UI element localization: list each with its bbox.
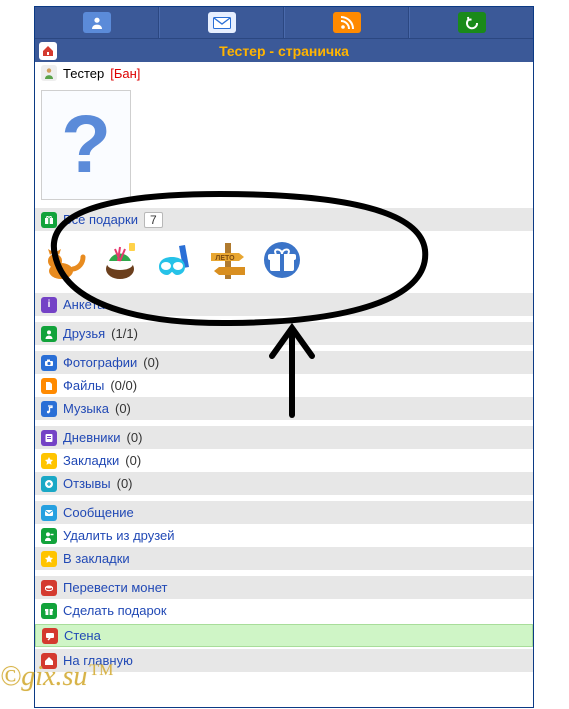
wall-link[interactable]: Стена — [64, 628, 101, 643]
nav-messages[interactable] — [159, 7, 284, 38]
avatar-placeholder: ? — [61, 104, 111, 186]
user-icon — [83, 12, 111, 33]
files-row: Файлы (0/0) — [35, 374, 533, 397]
reviews-link[interactable]: Отзывы — [63, 476, 111, 491]
home-icon — [42, 45, 54, 57]
friends-count: (1/1) — [111, 326, 138, 341]
gift-icon — [41, 212, 57, 228]
mail-icon — [208, 12, 236, 33]
gifts-header-row: Все подарки 7 — [35, 208, 533, 231]
gift-box-round[interactable] — [259, 237, 305, 283]
make-gift-icon — [41, 603, 57, 619]
reload-icon — [458, 12, 486, 33]
camera-icon — [41, 355, 57, 371]
add-star-icon — [41, 551, 57, 567]
remove-friend-icon — [41, 528, 57, 544]
files-icon — [41, 378, 57, 394]
wall-icon — [42, 628, 58, 644]
nav-reload[interactable] — [409, 7, 533, 38]
to-bookmarks-row: В закладки — [35, 547, 533, 570]
diaries-row: Дневники (0) — [35, 426, 533, 449]
bookmarks-row: Закладки (0) — [35, 449, 533, 472]
person-icon — [41, 65, 57, 81]
remove-friend-row: Удалить из друзей — [35, 524, 533, 547]
avatar[interactable]: ? — [41, 90, 131, 200]
remove-friend-link[interactable]: Удалить из друзей — [63, 528, 175, 543]
all-gifts-link[interactable]: Все подарки — [63, 212, 138, 227]
files-link[interactable]: Файлы — [63, 378, 104, 393]
gift-coconut[interactable] — [97, 237, 143, 283]
nav-rss[interactable] — [284, 7, 409, 38]
home-small-icon — [41, 653, 57, 669]
make-gift-link[interactable]: Сделать подарок — [63, 603, 167, 618]
envelope-icon — [41, 505, 57, 521]
gift-snorkel[interactable] — [151, 237, 197, 283]
anketa-row: i Анкета — [35, 293, 533, 316]
user-name: Тестер — [63, 66, 104, 81]
message-row: Сообщение — [35, 501, 533, 524]
top-nav — [35, 7, 533, 38]
music-count: (0) — [115, 401, 131, 416]
bookmarks-count: (0) — [125, 453, 141, 468]
rss-icon — [333, 12, 361, 33]
gift-cat[interactable] — [43, 237, 89, 283]
photos-count: (0) — [143, 355, 159, 370]
star-icon — [41, 453, 57, 469]
diaries-link[interactable]: Дневники — [63, 430, 121, 445]
music-row: Музыка (0) — [35, 397, 533, 420]
diary-icon — [41, 430, 57, 446]
music-link[interactable]: Музыка — [63, 401, 109, 416]
wall-row: Стена — [35, 624, 533, 647]
reviews-count: (0) — [117, 476, 133, 491]
home-button[interactable] — [39, 42, 57, 60]
reviews-row: Отзывы (0) — [35, 472, 533, 495]
title-bar: Тестер - страничка — [35, 38, 533, 62]
transfer-link[interactable]: Перевести монет — [63, 580, 167, 595]
user-header: Тестер [Бан] — [35, 62, 533, 84]
home-link[interactable]: На главную — [63, 653, 133, 668]
friends-link[interactable]: Друзья — [63, 326, 105, 341]
reviews-icon — [41, 476, 57, 492]
make-gift-row: Сделать подарок — [35, 599, 533, 622]
gift-summer-sign[interactable]: ЛЕТО — [205, 237, 251, 283]
photos-link[interactable]: Фотографии — [63, 355, 137, 370]
svg-text:ЛЕТО: ЛЕТО — [215, 255, 235, 262]
photos-row: Фотографии (0) — [35, 351, 533, 374]
nav-profile[interactable] — [35, 7, 159, 38]
coins-icon — [41, 580, 57, 596]
bookmarks-link[interactable]: Закладки — [63, 453, 119, 468]
friends-row: Друзья (1/1) — [35, 322, 533, 345]
to-bookmarks-link[interactable]: В закладки — [63, 551, 130, 566]
user-status: [Бан] — [110, 66, 140, 81]
transfer-row: Перевести монет — [35, 576, 533, 599]
anketa-link[interactable]: Анкета — [63, 297, 105, 312]
friends-icon — [41, 326, 57, 342]
message-link[interactable]: Сообщение — [63, 505, 134, 520]
music-icon — [41, 401, 57, 417]
profile-info-icon: i — [41, 297, 57, 313]
files-count: (0/0) — [110, 378, 137, 393]
page-title: Тестер - страничка — [219, 43, 349, 59]
home-row: На главную — [35, 649, 533, 672]
gifts-count-badge: 7 — [144, 212, 163, 228]
diaries-count: (0) — [127, 430, 143, 445]
gifts-strip: ЛЕТО — [35, 231, 533, 293]
